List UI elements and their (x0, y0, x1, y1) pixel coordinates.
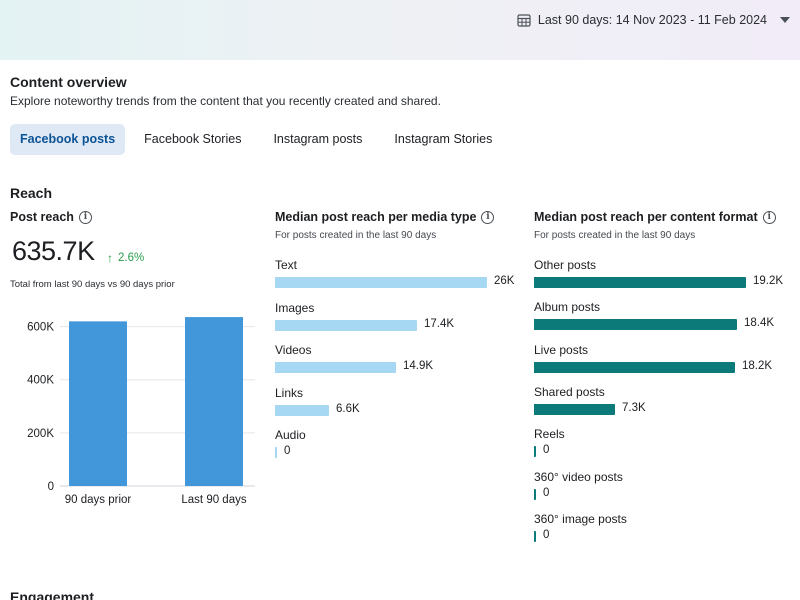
chart-bar[interactable] (275, 362, 396, 373)
chart-bar[interactable] (534, 319, 737, 331)
chart-bar[interactable] (534, 488, 536, 500)
chart-bar[interactable] (275, 277, 487, 288)
post-reach-column-chart: 0 200K 400K 600K 90 days prior Last 90 days (27, 317, 255, 506)
arrow-up-icon: ↑ (107, 251, 113, 265)
y-tick-label: 200K (27, 428, 54, 440)
bar-row: Album posts 18.4K (534, 300, 794, 340)
bar-label: 360° video posts (534, 469, 623, 484)
post-reach-title-text: Post reach (10, 210, 74, 224)
media-type-title: Median post reach per media type i (275, 210, 495, 224)
bar-value-label: 0 (284, 445, 291, 457)
bar-label: 360° image posts (534, 511, 627, 526)
bar-label: Live posts (534, 342, 589, 357)
bar-row: Audio 0 (275, 428, 535, 468)
tab-instagram-posts[interactable]: Instagram posts (257, 124, 378, 155)
content-format-subtitle: For posts created in the last 90 days (534, 230, 696, 241)
top-bar: Last 90 days: 14 Nov 2023 - 11 Feb 2024 (0, 0, 800, 60)
tab-facebook-stories[interactable]: Facebook Stories (128, 124, 257, 155)
chart-bar[interactable] (534, 446, 536, 458)
content-overview-subtitle: Explore noteworthy trends from the conte… (10, 94, 441, 108)
chart-bar[interactable] (69, 321, 127, 486)
content-format-title: Median post reach per content format i (534, 210, 776, 224)
bar-value-label: 6.6K (336, 402, 360, 415)
y-tick-label: 600K (27, 322, 54, 334)
bar-row: Live posts 18.2K (534, 343, 794, 383)
bar-label: Album posts (534, 300, 601, 315)
info-icon[interactable]: i (481, 210, 495, 224)
bar-value-label: 0 (543, 528, 550, 541)
content-tabs: Facebook posts Facebook Stories Instagra… (10, 124, 508, 155)
bar-row: Images 17.4K (275, 301, 535, 341)
bar-value-label: 17.4K (424, 317, 455, 330)
bar-label: Shared posts (534, 384, 605, 399)
chart-bar[interactable] (185, 317, 243, 486)
bar-row: Reels 0 (534, 427, 794, 467)
bar-label: Reels (534, 427, 565, 442)
bar-label: Audio (275, 428, 306, 442)
chart-bar[interactable] (275, 319, 417, 331)
bar-row: Links 6.6K (275, 386, 535, 426)
bar-value-label: 0 (543, 444, 550, 457)
post-reach-value: 635.7K (12, 236, 95, 266)
media-type-title-text: Median post reach per media type (275, 210, 477, 224)
chart-bar[interactable] (275, 404, 329, 416)
chart-bar[interactable] (534, 361, 735, 373)
calendar-icon (517, 14, 531, 27)
tab-facebook-posts[interactable]: Facebook posts (10, 124, 126, 155)
chart-bar[interactable] (534, 403, 615, 415)
post-reach-delta-value: 2.6% (118, 252, 145, 264)
content-format-title-text: Median post reach per content format (534, 210, 758, 224)
post-reach-note: Total from last 90 days vs 90 days prior (10, 279, 175, 290)
media-type-subtitle: For posts created in the last 90 days (275, 230, 437, 241)
date-range-label: Last 90 days: 14 Nov 2023 - 11 Feb 2024 (537, 13, 767, 27)
reach-heading: Reach (10, 185, 53, 201)
x-tick-label: 90 days prior (65, 494, 132, 506)
bar-value-label: 7.3K (622, 401, 646, 414)
bar-value-label: 14.9K (403, 360, 434, 372)
info-icon[interactable]: i (762, 210, 776, 224)
x-tick-label: Last 90 days (181, 494, 246, 506)
chart-bar[interactable] (534, 530, 536, 542)
content-overview-title: Content overview (10, 74, 127, 90)
date-range-picker[interactable]: Last 90 days: 14 Nov 2023 - 11 Feb 2024 (517, 10, 790, 30)
engagement-heading: Engagement (10, 589, 95, 600)
bar-label: Links (275, 385, 304, 400)
bar-row: Text 26K (275, 258, 535, 298)
y-tick-label: 0 (48, 481, 54, 493)
bar-row: Videos 14.9K (275, 343, 535, 383)
info-icon[interactable]: i (78, 210, 92, 224)
chart-bar[interactable] (275, 447, 277, 458)
bar-row: 360° image posts 0 (534, 512, 794, 552)
bar-value-label: 18.2K (742, 359, 773, 372)
post-reach-title: Post reach i (10, 210, 92, 224)
post-reach-delta: ↑ 2.6% (107, 251, 144, 265)
y-tick-label: 400K (27, 375, 54, 387)
bar-label: Text (275, 258, 298, 272)
chevron-down-icon (780, 17, 790, 23)
bar-value-label: 26K (494, 275, 515, 287)
chart-bar[interactable] (534, 277, 746, 288)
bar-label: Images (275, 300, 315, 315)
bar-value-label: 0 (543, 486, 550, 499)
bar-row: Shared posts 7.3K (534, 385, 794, 425)
bar-label: Videos (275, 343, 312, 357)
bar-row: Other posts 19.2K (534, 258, 794, 298)
bar-value-label: 18.4K (744, 317, 775, 330)
bar-label: Other posts (534, 258, 597, 272)
tab-instagram-stories[interactable]: Instagram Stories (378, 124, 508, 155)
bar-row: 360° video posts 0 (534, 470, 794, 510)
bar-value-label: 19.2K (753, 275, 784, 287)
